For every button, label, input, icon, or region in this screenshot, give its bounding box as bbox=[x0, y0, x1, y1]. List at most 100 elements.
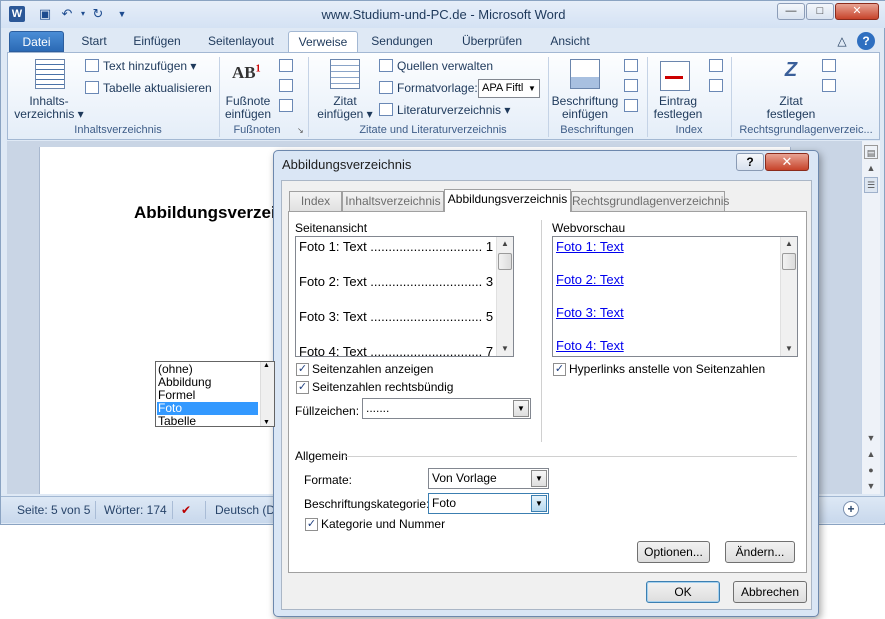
web-preview-link[interactable]: Foto 2: Text bbox=[556, 272, 624, 287]
scroll-up-icon[interactable]: ▲ bbox=[864, 161, 878, 175]
show-page-numbers-label[interactable]: Seitenzahlen anzeigen bbox=[312, 362, 433, 376]
caption-label-select[interactable]: Foto▼ bbox=[428, 493, 549, 514]
update-table-label: Tabelle aktualisieren bbox=[103, 81, 212, 95]
modify-button[interactable]: Ändern... bbox=[725, 541, 795, 563]
dropdown-scrollbar[interactable]: ▲ ▼ bbox=[260, 362, 274, 426]
show-notes-icon[interactable] bbox=[279, 99, 293, 112]
dropdown-option[interactable]: Tabelle bbox=[157, 415, 258, 428]
insert-citation-button[interactable]: Zitateinfügen ▾ bbox=[314, 95, 376, 121]
formats-select[interactable]: Von Vorlage▼ bbox=[428, 468, 549, 489]
preview-line: Foto 2: Text ...........................… bbox=[299, 274, 493, 289]
hyperlinks-label[interactable]: Hyperlinks anstelle von Seitenzahlen bbox=[569, 362, 765, 376]
dialog-launcher-icon[interactable]: ↘ bbox=[297, 126, 304, 135]
chevron-down-icon: ▼ bbox=[531, 495, 547, 512]
tab-file[interactable]: Datei bbox=[9, 31, 64, 52]
caption-label-dropdown[interactable]: (ohne) Abbildung Formel Foto Tabelle ▲ ▼ bbox=[155, 361, 275, 427]
maximize-button[interactable]: □ bbox=[806, 3, 834, 20]
scroll-thumb[interactable] bbox=[498, 253, 512, 270]
tab-references[interactable]: Verweise bbox=[288, 31, 358, 52]
insert-toa-icon[interactable] bbox=[822, 59, 836, 72]
ruler-toggle-icon[interactable]: ▤ bbox=[864, 145, 878, 159]
scroll-down-icon[interactable]: ▼ bbox=[263, 419, 270, 426]
scroll-up-icon[interactable]: ▲ bbox=[263, 362, 270, 369]
ribbon-tab-row: Datei Start Einfügen Seitenlayout Verwei… bbox=[1, 28, 885, 52]
web-preview-link[interactable]: Foto 1: Text bbox=[556, 239, 624, 254]
print-preview-label: Seitenansicht bbox=[295, 221, 367, 235]
browse-object-icon[interactable]: ● bbox=[864, 463, 878, 477]
scroll-thumb[interactable] bbox=[782, 253, 796, 270]
insert-index-icon[interactable] bbox=[709, 59, 723, 72]
options-button[interactable]: Optionen... bbox=[637, 541, 710, 563]
include-label-label[interactable]: Kategorie und Nummer bbox=[321, 517, 445, 531]
cancel-button[interactable]: Abbrechen bbox=[733, 581, 807, 603]
formats-label: Formate: bbox=[304, 473, 352, 487]
tab-table-of-contents[interactable]: Inhaltsverzeichnis bbox=[342, 191, 444, 211]
right-align-checkbox[interactable]: ✓ bbox=[296, 381, 309, 394]
web-preview-link[interactable]: Foto 3: Text bbox=[556, 305, 624, 320]
document-heading[interactable]: Abbildungsverzeichnis bbox=[134, 203, 274, 223]
update-table-button[interactable]: Tabelle aktualisieren bbox=[85, 79, 212, 97]
vertical-scrollbar[interactable]: ▤ ▲ ☰ ▼ ▲ ● ▼ bbox=[861, 141, 880, 494]
insert-table-of-figures-icon[interactable] bbox=[624, 59, 638, 72]
dialog-close-button[interactable]: ✕ bbox=[765, 153, 809, 171]
tab-mailings[interactable]: Sendungen bbox=[363, 31, 441, 52]
next-footnote-icon[interactable] bbox=[279, 79, 293, 92]
proofing-icon[interactable]: ✔ bbox=[181, 503, 191, 517]
cross-reference-icon[interactable] bbox=[624, 99, 638, 112]
manage-sources-button[interactable]: Quellen verwalten bbox=[379, 57, 493, 75]
tab-review[interactable]: Überprüfen bbox=[453, 31, 531, 52]
scroll-down-icon[interactable]: ▼ bbox=[864, 431, 878, 445]
insert-endnote-icon[interactable] bbox=[279, 59, 293, 72]
general-divider bbox=[345, 456, 797, 457]
right-align-label[interactable]: Seitenzahlen rechtsbündig bbox=[312, 380, 453, 394]
print-preview-box[interactable]: Foto 1: Text ...........................… bbox=[295, 236, 514, 357]
close-window-button[interactable]: ✕ bbox=[835, 3, 879, 20]
bibliography-button[interactable]: Literaturverzeichnis ▾ bbox=[379, 101, 510, 119]
scroll-up-icon[interactable]: ▲ bbox=[497, 237, 513, 251]
tab-view[interactable]: Ansicht bbox=[541, 31, 599, 52]
update-toa-icon[interactable] bbox=[822, 79, 836, 92]
citation-style-row: Formatvorlage: bbox=[379, 79, 478, 97]
previous-page-icon[interactable]: ▲ bbox=[864, 447, 878, 461]
add-text-button[interactable]: Text hinzufügen ▾ bbox=[85, 57, 196, 75]
update-table-of-figures-icon[interactable] bbox=[624, 79, 638, 92]
update-index-icon[interactable] bbox=[709, 79, 723, 92]
scroll-thumb[interactable]: ☰ bbox=[864, 177, 878, 193]
scroll-up-icon[interactable]: ▲ bbox=[781, 237, 797, 251]
tab-table-of-authorities[interactable]: Rechtsgrundlagenverzeichnis bbox=[571, 191, 725, 211]
group-label-toc: Inhaltsverzeichnis bbox=[38, 124, 198, 136]
page-counter[interactable]: Seite: 5 von 5 bbox=[17, 503, 90, 517]
status-separator bbox=[95, 501, 96, 519]
show-page-numbers-checkbox[interactable]: ✓ bbox=[296, 363, 309, 376]
chevron-down-icon: ▼ bbox=[531, 470, 547, 487]
tab-start[interactable]: Start bbox=[71, 31, 117, 52]
tab-index[interactable]: Index bbox=[289, 191, 342, 211]
table-of-contents-button[interactable]: Inhalts-verzeichnis ▾ bbox=[12, 95, 86, 121]
ok-button[interactable]: OK bbox=[646, 581, 720, 603]
title-bar: W ▣ ↶ ▾ ↻ ▼ www.Studium-und-PC.de - Micr… bbox=[1, 1, 885, 28]
web-preview-link[interactable]: Foto 4: Text bbox=[556, 338, 624, 353]
next-page-icon[interactable]: ▼ bbox=[864, 479, 878, 493]
tab-leader-select[interactable]: .......▼ bbox=[362, 398, 531, 419]
citation-style-select[interactable]: APA Fiftl▼ bbox=[478, 79, 540, 98]
word-counter[interactable]: Wörter: 174 bbox=[104, 503, 167, 517]
scroll-down-icon[interactable]: ▼ bbox=[497, 342, 513, 356]
minimize-button[interactable]: — bbox=[777, 3, 805, 20]
preview-scrollbar[interactable]: ▲ ▼ bbox=[496, 237, 513, 356]
scroll-down-icon[interactable]: ▼ bbox=[781, 342, 797, 356]
dialog-help-button[interactable]: ? bbox=[736, 153, 764, 171]
include-label-checkbox[interactable]: ✓ bbox=[305, 518, 318, 531]
insert-caption-button[interactable]: Beschriftungeinfügen bbox=[548, 95, 622, 121]
insert-footnote-button[interactable]: Fußnoteeinfügen bbox=[218, 95, 278, 121]
web-preview-box[interactable]: Foto 1: Text Foto 2: Text Foto 3: Text F… bbox=[552, 236, 798, 357]
tab-insert[interactable]: Einfügen bbox=[123, 31, 191, 52]
ribbon-collapse-icon[interactable]: △ bbox=[835, 31, 849, 52]
zoom-in-icon[interactable]: + bbox=[843, 501, 859, 517]
mark-entry-button[interactable]: Eintragfestlegen bbox=[648, 95, 708, 121]
tab-page-layout[interactable]: Seitenlayout bbox=[199, 31, 283, 52]
tab-table-of-figures[interactable]: Abbildungsverzeichnis bbox=[444, 189, 571, 212]
mark-citation-button[interactable]: Zitatfestlegen bbox=[758, 95, 824, 121]
hyperlinks-checkbox[interactable]: ✓ bbox=[553, 363, 566, 376]
help-icon[interactable]: ? bbox=[857, 32, 875, 50]
web-preview-scrollbar[interactable]: ▲ ▼ bbox=[780, 237, 797, 356]
